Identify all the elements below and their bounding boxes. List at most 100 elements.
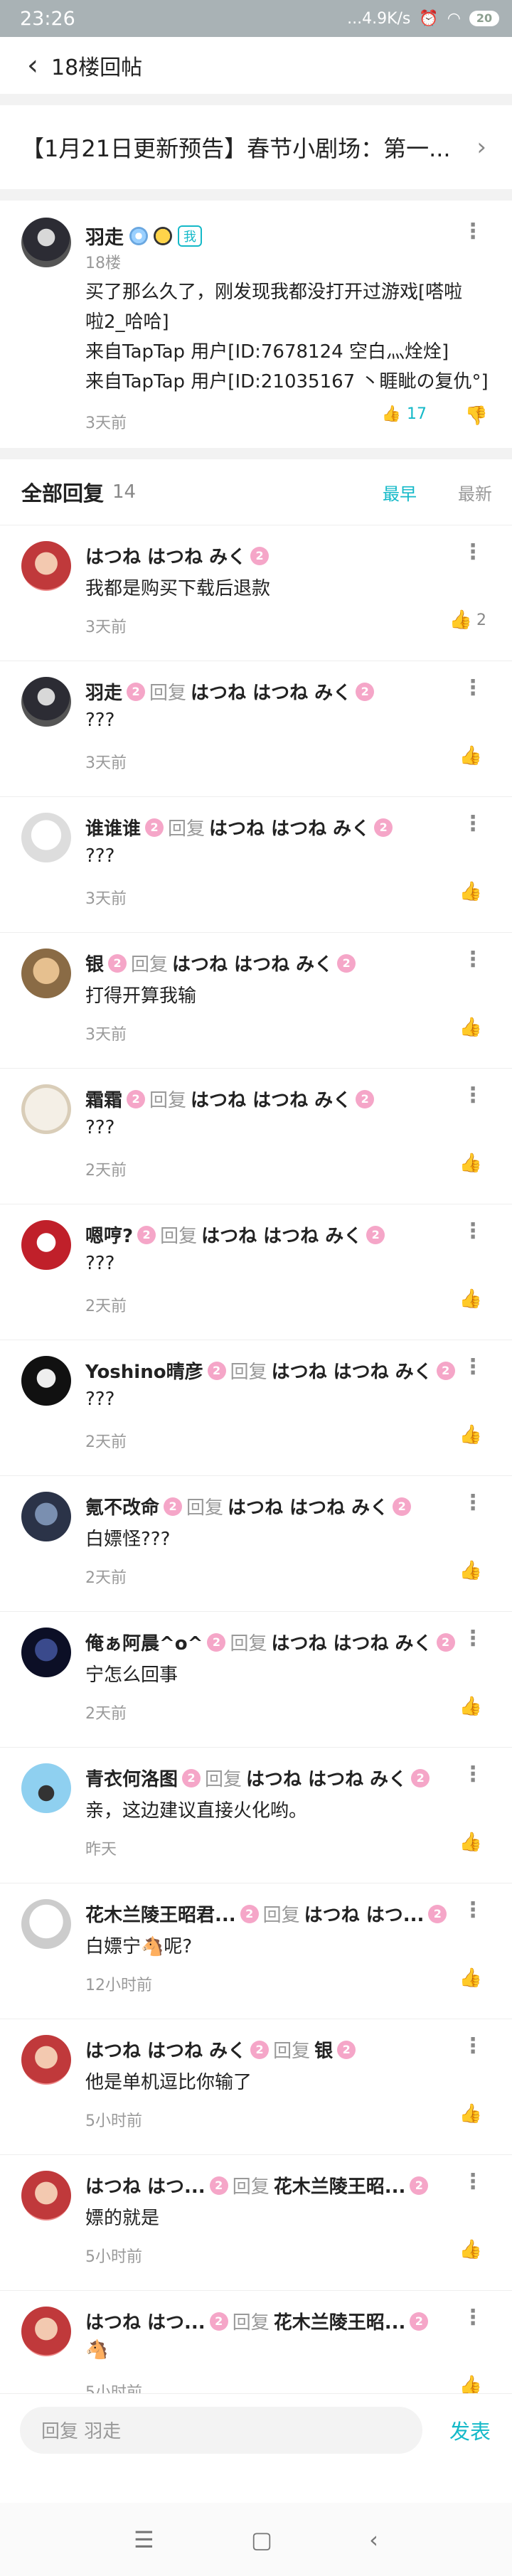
like-button[interactable]: 👍 [459, 1153, 486, 1174]
reply-item[interactable]: 银 2 回复 はつね はつね みく 2 ⋮ 打得开算我输 3天前 👍 [0, 932, 512, 1068]
reply-author[interactable]: 氪不改命 [85, 1493, 159, 1519]
page-title: 18楼回帖 [51, 55, 143, 80]
reply-author[interactable]: 青衣何洛图 [85, 1765, 178, 1791]
reply-item[interactable]: はつね はつね みく 2 ⋮ 我都是购买下载后退款 3天前 👍 2 [0, 525, 512, 661]
more-options-icon[interactable]: ⋮ [462, 947, 484, 972]
more-options-icon[interactable]: ⋮ [462, 540, 484, 565]
more-options-icon[interactable]: ⋮ [462, 1898, 484, 1923]
original-post-link[interactable]: 【1月21日更新预告】春节小剧场：第一... › [0, 105, 512, 189]
reply-target[interactable]: はつね はつね みく [228, 1493, 388, 1519]
like-button[interactable]: 👍 2 [449, 609, 486, 631]
avatar[interactable] [21, 2171, 71, 2220]
avatar[interactable] [21, 1628, 71, 1677]
reply-item[interactable]: 氪不改命 2 回复 はつね はつね みく 2 ⋮ 白嫖怪??? 2天前 👍 [0, 1475, 512, 1611]
more-options-icon[interactable]: ⋮ [462, 675, 484, 700]
reply-author[interactable]: はつね はつ... [85, 2172, 206, 2198]
reply-item[interactable]: 谁谁谁 2 回复 はつね はつね みく 2 ⋮ ??? 3天前 👍 [0, 796, 512, 932]
reply-target[interactable]: はつね はつね みく [272, 1357, 432, 1384]
avatar[interactable] [21, 677, 71, 727]
reply-item[interactable]: 霜霜 2 回复 はつね はつね みく 2 ⋮ ??? 2天前 👍 [0, 1068, 512, 1204]
avatar[interactable] [21, 1356, 71, 1406]
reply-label: 回复 [232, 2312, 270, 2334]
reply-author[interactable]: 花木兰陵王昭君... [85, 1901, 236, 1927]
reply-author[interactable]: はつね はつね みく [85, 2036, 246, 2063]
home-icon[interactable]: ▢ [251, 2526, 272, 2553]
avatar[interactable] [21, 1084, 71, 1134]
more-options-icon[interactable]: ⋮ [462, 1219, 484, 1244]
reply-item[interactable]: 嗯哼? 2 回复 はつね はつね みく 2 ⋮ ??? 2天前 👍 [0, 1204, 512, 1340]
like-button[interactable]: 👍 [459, 1967, 486, 1989]
reply-target[interactable]: はつね はつね みく [191, 1086, 351, 1112]
thumbs-down-icon[interactable]: 👎 [465, 405, 488, 427]
reply-author[interactable]: 嗯哼? [85, 1222, 133, 1248]
reply-item[interactable]: はつね はつ... 2 回复 花木兰陵王昭... 2 ⋮ 嫖的就是 5小时前 👍 [0, 2154, 512, 2290]
more-options-icon[interactable]: ⋮ [462, 1626, 484, 1651]
avatar[interactable] [21, 1220, 71, 1270]
reply-item[interactable]: はつね はつね みく 2 回复 银 2 ⋮ 他是单机逗比你输了 5小时前 👍 [0, 2019, 512, 2154]
like-button[interactable]: 👍 [459, 1017, 486, 1038]
reply-target[interactable]: はつね はつね みく [191, 678, 351, 705]
more-options-icon[interactable]: ⋮ [462, 1083, 484, 1108]
reply-target[interactable]: はつね はつね みく [201, 1222, 362, 1248]
more-options-icon[interactable]: ⋮ [462, 2169, 484, 2194]
reply-item[interactable]: Yoshino晴彦 2 回复 はつね はつね みく 2 ⋮ ??? 2天前 👍 [0, 1340, 512, 1475]
sort-latest-tab[interactable]: 最新 [458, 480, 492, 505]
reply-author[interactable]: 谁谁谁 [85, 814, 141, 840]
like-button[interactable]: 👍 [459, 2239, 486, 2260]
avatar[interactable] [21, 1899, 71, 1949]
reply-author[interactable]: はつね はつ... [85, 2308, 206, 2334]
reply-author[interactable]: 羽走 [85, 678, 122, 705]
reply-author[interactable]: はつね はつね みく [85, 543, 246, 569]
post-author[interactable]: 羽走 我 [85, 222, 202, 250]
avatar[interactable] [21, 2307, 71, 2356]
more-options-icon[interactable]: ⋮ [462, 1354, 484, 1379]
like-button[interactable]: 👍 [459, 2103, 486, 2125]
avatar[interactable] [21, 541, 71, 591]
menu-icon[interactable]: ☰ [134, 2526, 154, 2553]
like-button[interactable]: 👍 [459, 1832, 486, 1853]
reply-item[interactable]: 羽走 2 回复 はつね はつね みく 2 ⋮ ??? 3天前 👍 [0, 661, 512, 796]
reply-author[interactable]: 银 [85, 950, 104, 976]
reply-target[interactable]: はつね はつね みく [209, 814, 370, 840]
more-options-icon[interactable]: ⋮ [462, 811, 484, 836]
avatar[interactable] [21, 948, 71, 998]
snowflake-badge-icon [129, 226, 148, 245]
like-button[interactable]: 👍 [459, 1696, 486, 1717]
post-title: 【1月21日更新预告】春节小剧场：第一... [21, 135, 451, 162]
like-button[interactable]: 👍 [459, 1560, 486, 1581]
reply-author[interactable]: 霜霜 [85, 1086, 122, 1112]
reply-target[interactable]: 花木兰陵王昭... [274, 2308, 406, 2334]
like-button[interactable]: 👍 [459, 881, 486, 902]
more-options-icon[interactable]: ⋮ [462, 1762, 484, 1787]
reply-target[interactable]: 银 [314, 2036, 333, 2063]
back-arrow-icon[interactable]: ‹ [27, 49, 38, 82]
send-button[interactable]: 发表 [449, 2415, 491, 2445]
avatar[interactable] [21, 813, 71, 862]
like-button[interactable]: 👍 [459, 1288, 486, 1310]
like-button[interactable]: 👍 17 [382, 405, 427, 423]
more-options-icon[interactable]: ⋮ [462, 219, 484, 244]
reply-item[interactable]: 青衣何洛图 2 回复 はつね はつね みく 2 ⋮ 亲，这边建议直接火化哟。 昨… [0, 1747, 512, 1883]
more-options-icon[interactable]: ⋮ [462, 2305, 484, 2330]
avatar[interactable] [21, 2035, 71, 2085]
sort-earliest-tab[interactable]: 最早 [383, 480, 417, 505]
more-options-icon[interactable]: ⋮ [462, 1490, 484, 1515]
reply-item[interactable]: 花木兰陵王昭君... 2 回复 はつね はつ... 2 ⋮ 白嫖宁🐴呢? 12小… [0, 1883, 512, 2019]
reply-target[interactable]: はつね はつ... [304, 1901, 425, 1927]
more-options-icon[interactable]: ⋮ [462, 2033, 484, 2058]
reply-author[interactable]: 俺ぁ阿晨^o^ [85, 1629, 203, 1655]
avatar[interactable] [21, 1492, 71, 1541]
reply-time: 2天前 [85, 1705, 127, 1723]
like-button[interactable]: 👍 [459, 745, 486, 766]
avatar[interactable] [21, 218, 71, 267]
reply-target[interactable]: はつね はつね みく [172, 950, 333, 976]
reply-item[interactable]: 俺ぁ阿晨^o^ 2 回复 はつね はつね みく 2 ⋮ 宁怎么回事 2天前 👍 [0, 1611, 512, 1747]
reply-input[interactable]: 回复 羽走 [20, 2406, 422, 2454]
reply-target[interactable]: はつね はつね みく [271, 1629, 432, 1655]
reply-author[interactable]: Yoshino晴彦 [85, 1357, 203, 1384]
reply-target[interactable]: はつね はつね みく [246, 1765, 407, 1791]
reply-target[interactable]: 花木兰陵王昭... [274, 2172, 406, 2198]
back-icon[interactable]: ‹ [369, 2526, 378, 2553]
avatar[interactable] [21, 1763, 71, 1813]
like-button[interactable]: 👍 [459, 1424, 486, 1445]
